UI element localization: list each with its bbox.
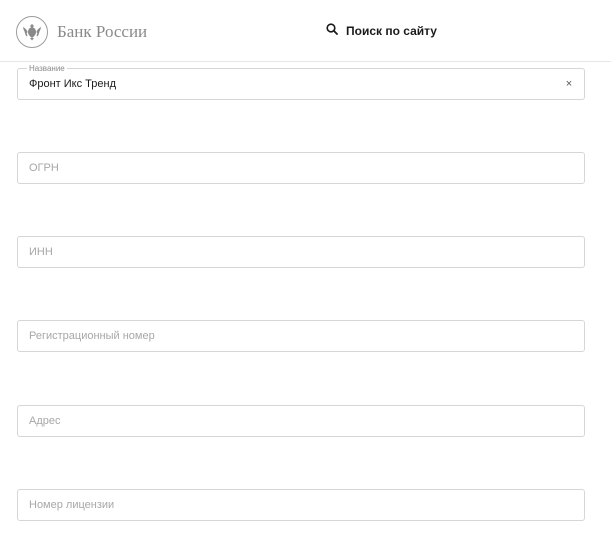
site-search-button[interactable]: Поиск по сайту — [326, 22, 437, 40]
registration-number-input[interactable] — [18, 321, 584, 351]
address-field — [17, 405, 585, 437]
license-number-input[interactable] — [18, 490, 584, 520]
address-input[interactable] — [18, 406, 584, 436]
inn-field — [17, 236, 585, 268]
site-header: Банк России Поиск по сайту — [0, 0, 611, 62]
ogrn-input[interactable] — [18, 153, 584, 183]
search-icon — [326, 22, 338, 40]
brand-name: Банк России — [57, 22, 148, 41]
clear-icon[interactable]: × — [562, 77, 576, 91]
search-label: Поиск по сайту — [346, 24, 437, 38]
double-headed-eagle-icon — [16, 16, 48, 48]
bank-logo[interactable]: Банк России — [16, 16, 147, 48]
name-field: Название × — [17, 64, 585, 100]
inn-input[interactable] — [18, 237, 584, 267]
registration-number-field — [17, 320, 585, 352]
name-input[interactable] — [18, 69, 584, 99]
license-number-field — [17, 489, 585, 521]
ogrn-field — [17, 152, 585, 184]
